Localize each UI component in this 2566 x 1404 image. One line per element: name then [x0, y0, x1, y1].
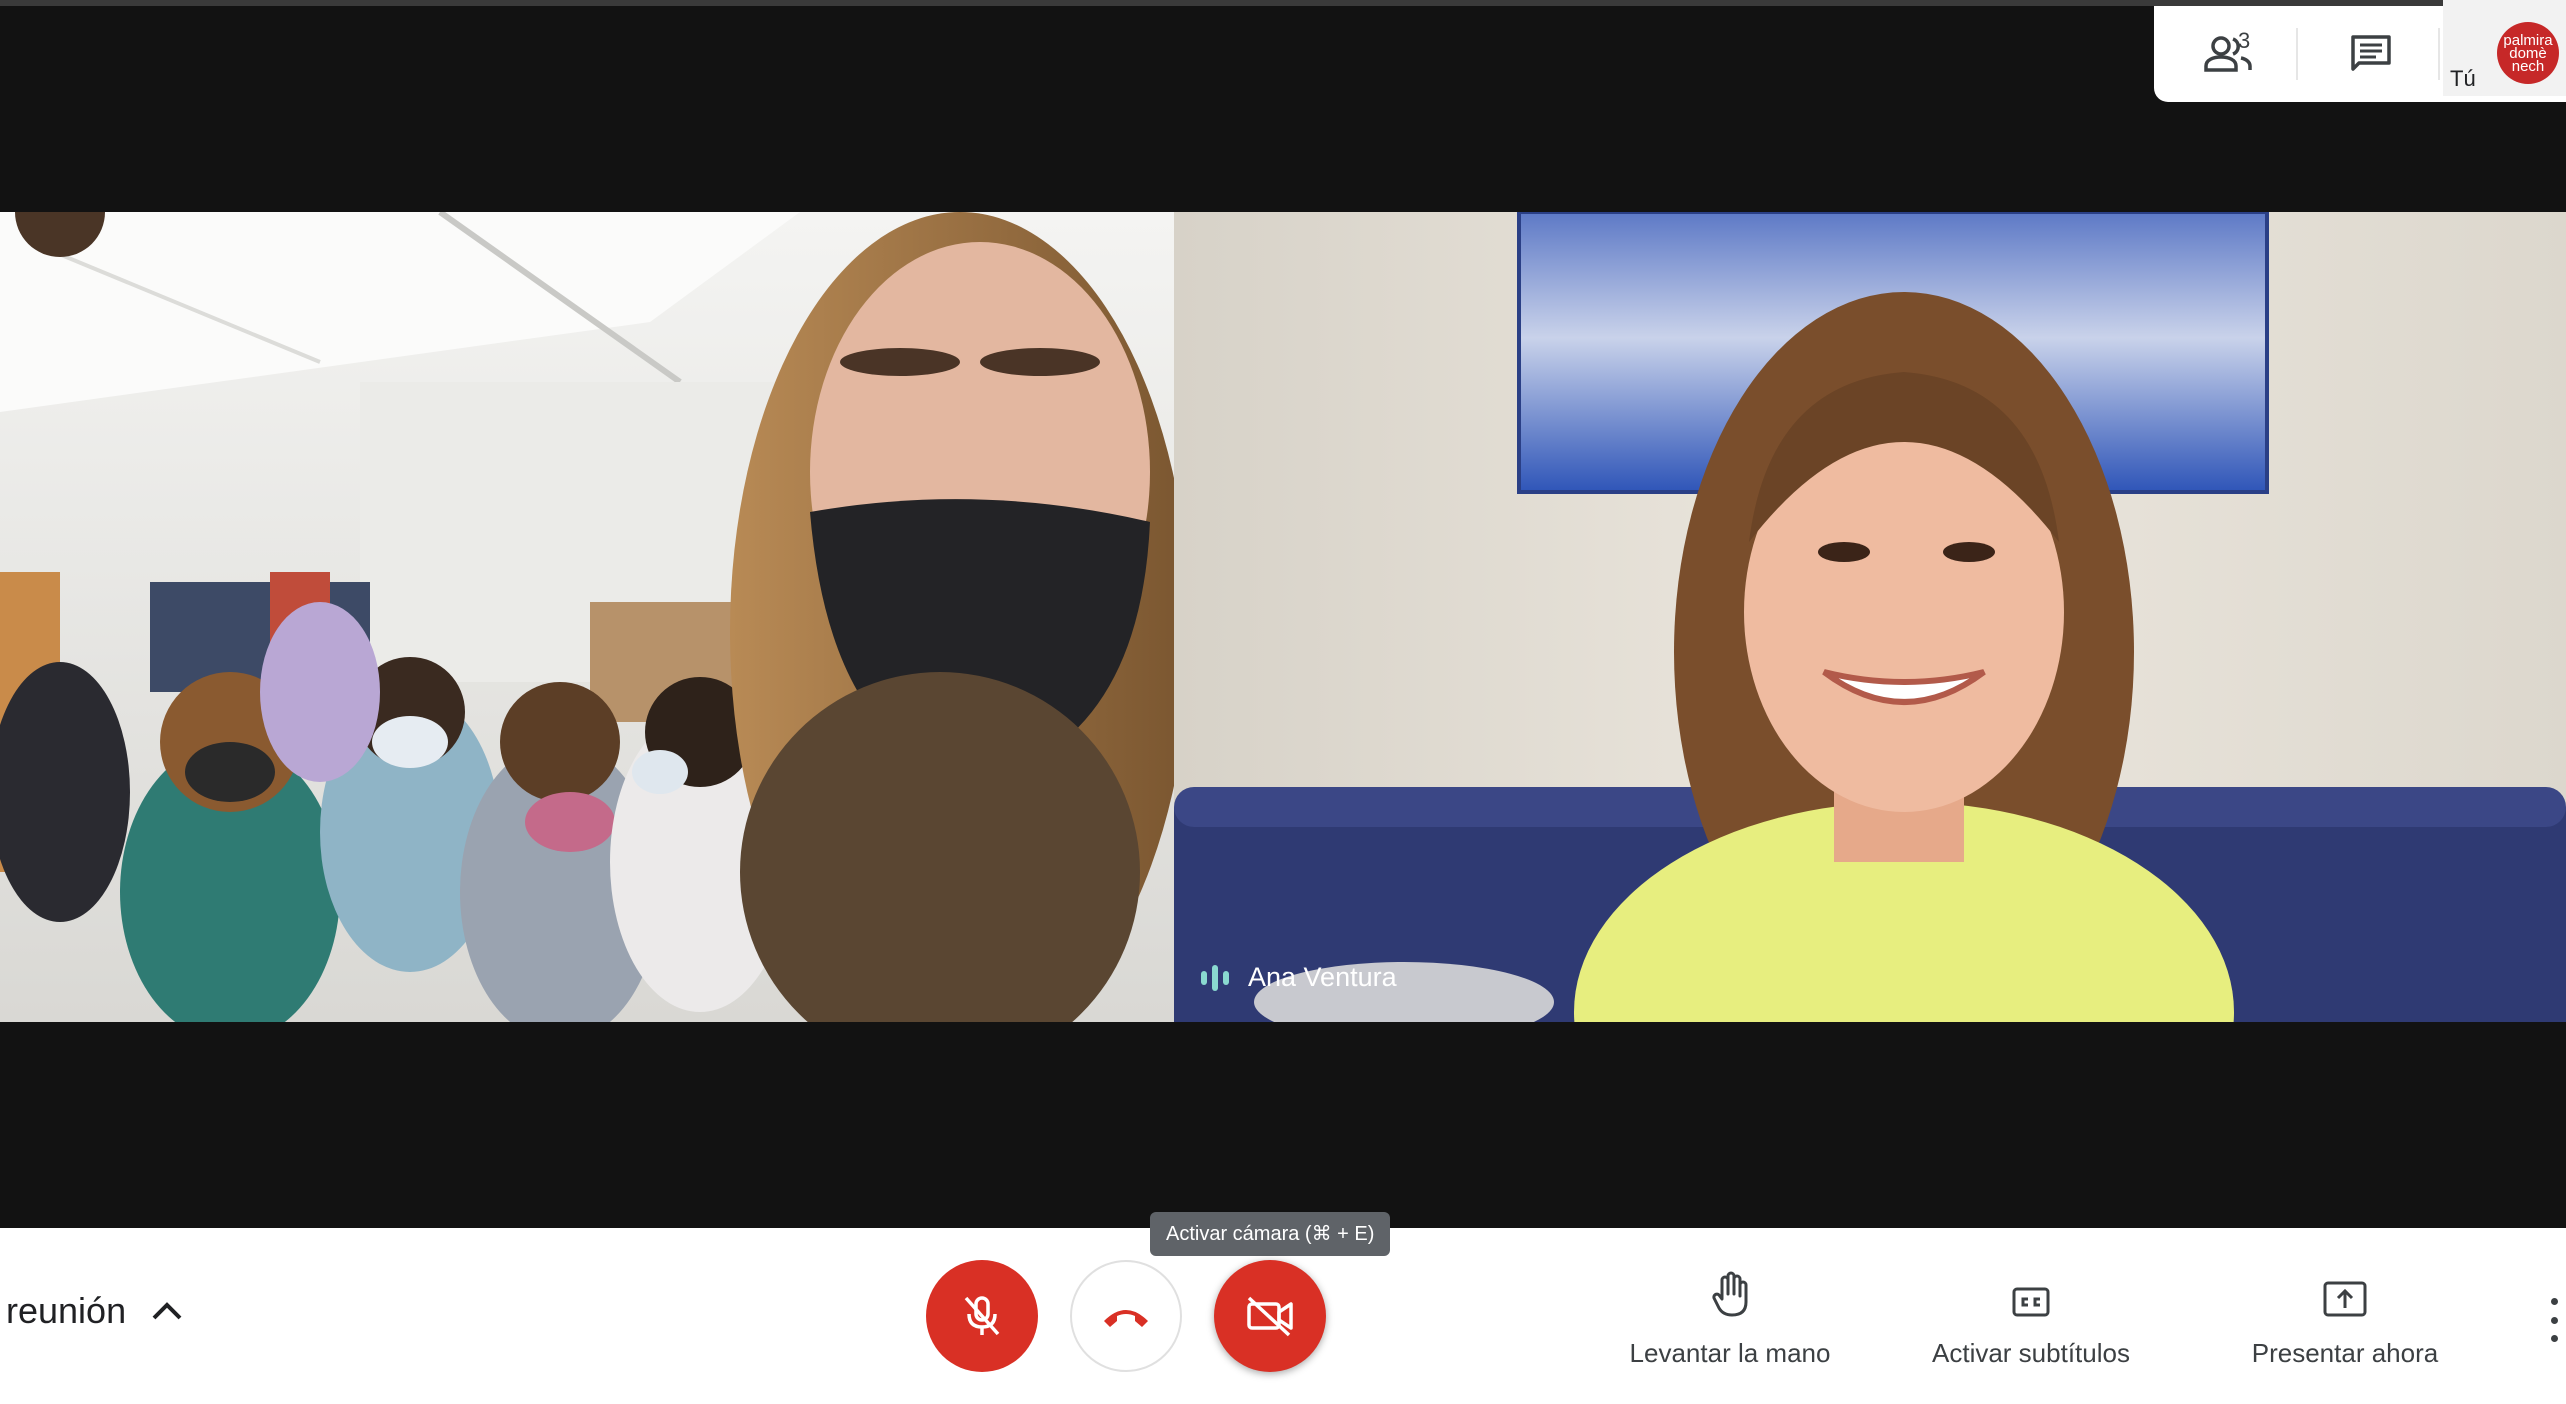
microphone-toggle-button[interactable]: [926, 1260, 1038, 1372]
meeting-details-label[interactable]: reunión: [6, 1290, 126, 1332]
present-now-button[interactable]: Presentar ahora: [2245, 1266, 2445, 1369]
participant-video-feed: [1174, 212, 2566, 1022]
leave-call-button[interactable]: [1070, 1260, 1182, 1372]
camera-toggle-button[interactable]: [1214, 1260, 1326, 1372]
raise-hand-button[interactable]: Levantar la mano: [1620, 1266, 1840, 1369]
participant-count: 3: [2238, 28, 2251, 53]
chat-icon: [2351, 35, 2391, 71]
panel-divider: [2296, 28, 2298, 80]
camera-tooltip: Activar cámara (⌘ + E): [1150, 1212, 1391, 1256]
participant-name-tag: Ana Ventura: [1200, 962, 1397, 993]
more-vert-icon: [2550, 1316, 2558, 1324]
avatar: palmira domè nech: [2497, 22, 2559, 84]
more-options-button[interactable]: [2544, 1298, 2564, 1342]
closed-caption-icon: [2012, 1287, 2050, 1317]
present-now-label: Presentar ahora: [2251, 1338, 2439, 1368]
captions-button[interactable]: Activar subtítulos: [1916, 1266, 2146, 1369]
you-label: Tú: [2450, 66, 2476, 91]
participants-button[interactable]: [2194, 24, 2264, 84]
call-end-icon: [1104, 1310, 1148, 1327]
more-vert-icon: [2550, 1298, 2558, 1305]
chevron-up-icon: [152, 1302, 182, 1320]
avatar-text-line: nech: [2511, 57, 2545, 75]
video-tile-left[interactable]: [0, 212, 1174, 1022]
hand-icon: [1712, 1271, 1748, 1317]
raise-hand-label: Levantar la mano: [1629, 1338, 1831, 1368]
classroom-video-feed: [0, 212, 1174, 1022]
more-vert-icon: [2550, 1335, 2558, 1342]
present-icon: [2323, 1281, 2367, 1317]
speaking-icon: [1201, 964, 1229, 991]
video-tile-right[interactable]: [1174, 212, 2566, 1022]
meeting-details-toggle[interactable]: [150, 1300, 184, 1327]
videocam-off-icon: [1247, 1296, 1293, 1337]
participant-name: Ana Ventura: [1248, 962, 1397, 992]
mic-off-icon: [964, 1296, 1000, 1336]
panel-divider: [2438, 28, 2440, 80]
captions-label: Activar subtítulos: [1932, 1338, 2130, 1368]
chat-button[interactable]: [2336, 24, 2406, 84]
